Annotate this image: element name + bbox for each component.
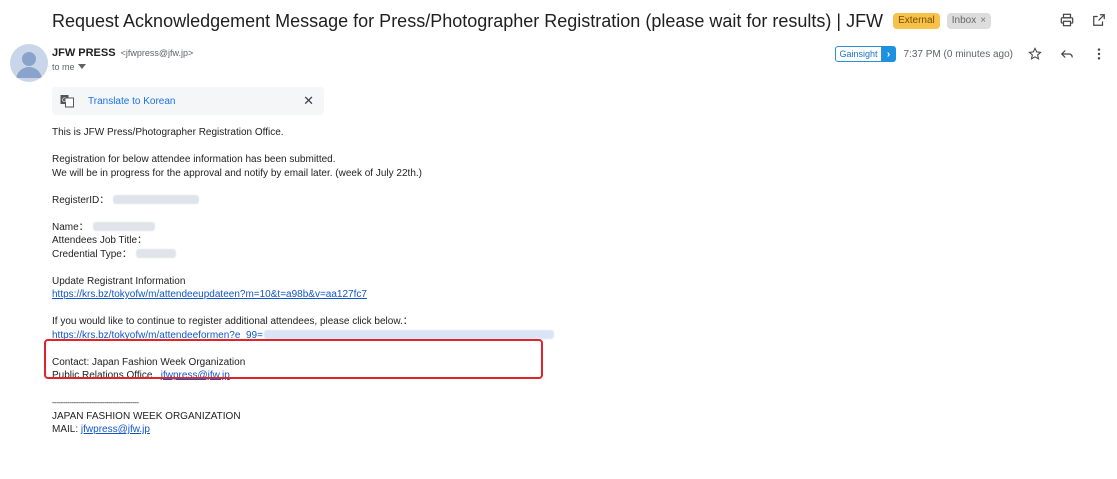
reply-icon[interactable] [1057, 44, 1077, 64]
gainsight-widget[interactable]: Gainsight › [835, 46, 896, 62]
org-name: JAPAN FASHION WEEK ORGANIZATION [52, 410, 241, 422]
credential-label: Credential Type： [52, 248, 132, 260]
name-row: Name： [52, 221, 752, 235]
chevron-right-icon[interactable]: › [881, 46, 896, 62]
open-new-window-icon[interactable] [1089, 10, 1109, 30]
continue-link-row: https://krs.bz/tokyofw/m/attendeeformen?… [52, 329, 752, 343]
message-body: This is JFW Press/Photographer Registrat… [52, 126, 752, 437]
mail-row: MAIL: jfwpress@jfw.jp [52, 423, 752, 437]
pr-label: Public Relations Office [52, 370, 153, 381]
translate-icon: G [60, 94, 74, 108]
redacted-name [92, 222, 155, 232]
continue-label: If you would like to continue to registe… [52, 316, 413, 327]
svg-text:G: G [62, 97, 67, 104]
sender-email: <jfwpress@jfw.jp> [120, 48, 194, 58]
name-label: Name： [52, 221, 89, 233]
redacted-register-id [113, 195, 200, 205]
pr-row: Public Relations Office jfwpress@jfw.jp [52, 369, 752, 383]
inbox-label-text: Inbox [951, 15, 977, 26]
sender-line: JFW PRESS <jfwpress@jfw.jp> [52, 47, 193, 59]
message-actions [1025, 44, 1109, 64]
update-link[interactable]: https://krs.bz/tokyofw/m/attendeeupdatee… [52, 289, 367, 300]
email-subject: Request Acknowledgement Message for Pres… [52, 11, 884, 31]
pr-email-link[interactable]: jfwpress@jfw.jp [161, 370, 230, 381]
avatar[interactable] [10, 44, 48, 82]
to-label: to me [52, 62, 75, 72]
register-id-label: RegisterID： [52, 194, 110, 206]
mail-label: MAIL: [52, 424, 81, 435]
subject-actions [1057, 10, 1109, 30]
inbox-label[interactable]: Inbox × [946, 13, 992, 29]
print-icon[interactable] [1057, 10, 1077, 30]
gainsight-badge: Gainsight [835, 46, 882, 62]
sender-name[interactable]: JFW PRESS [52, 47, 116, 59]
external-label[interactable]: External [893, 13, 940, 29]
subject-row: Request Acknowledgement Message for Pres… [52, 6, 992, 36]
contact-line: Contact: Japan Fashion Week Organization [52, 356, 246, 368]
redacted-link-tail [263, 330, 554, 340]
job-title-label: Attendees Job Title： [52, 235, 148, 246]
update-label: Update Registrant Information [52, 275, 186, 287]
mail-email-link[interactable]: jfwpress@jfw.jp [81, 424, 150, 435]
message-meta: Gainsight › 7:37 PM (0 minutes ago) [835, 44, 1109, 64]
signature-separator: ---------------------------------------- [52, 398, 139, 407]
sender-block: JFW PRESS <jfwpress@jfw.jp> to me [52, 47, 193, 72]
body-line-intro: This is JFW Press/Photographer Registrat… [52, 127, 284, 138]
star-icon[interactable] [1025, 44, 1045, 64]
translate-bar: G Translate to Korean ✕ [52, 87, 324, 115]
credential-row: Credential Type： [52, 248, 752, 262]
close-icon[interactable]: ✕ [303, 93, 314, 109]
recipient-details[interactable]: to me [52, 62, 193, 72]
body-line-approval: We will be in progress for the approval … [52, 167, 422, 179]
translate-link[interactable]: Translate to Korean [88, 96, 175, 107]
remove-label-icon[interactable]: × [980, 15, 986, 26]
continue-link[interactable]: https://krs.bz/tokyofw/m/attendeeformen?… [52, 330, 263, 341]
chevron-down-icon [77, 62, 86, 72]
register-id-row: RegisterID： [52, 194, 752, 208]
body-line-submitted: Registration for below attendee informat… [52, 154, 336, 165]
job-title-row: Attendees Job Title： [52, 234, 752, 248]
redacted-credential [135, 249, 176, 259]
more-vert-icon[interactable] [1089, 44, 1109, 64]
message-time: 7:37 PM (0 minutes ago) [903, 48, 1014, 60]
